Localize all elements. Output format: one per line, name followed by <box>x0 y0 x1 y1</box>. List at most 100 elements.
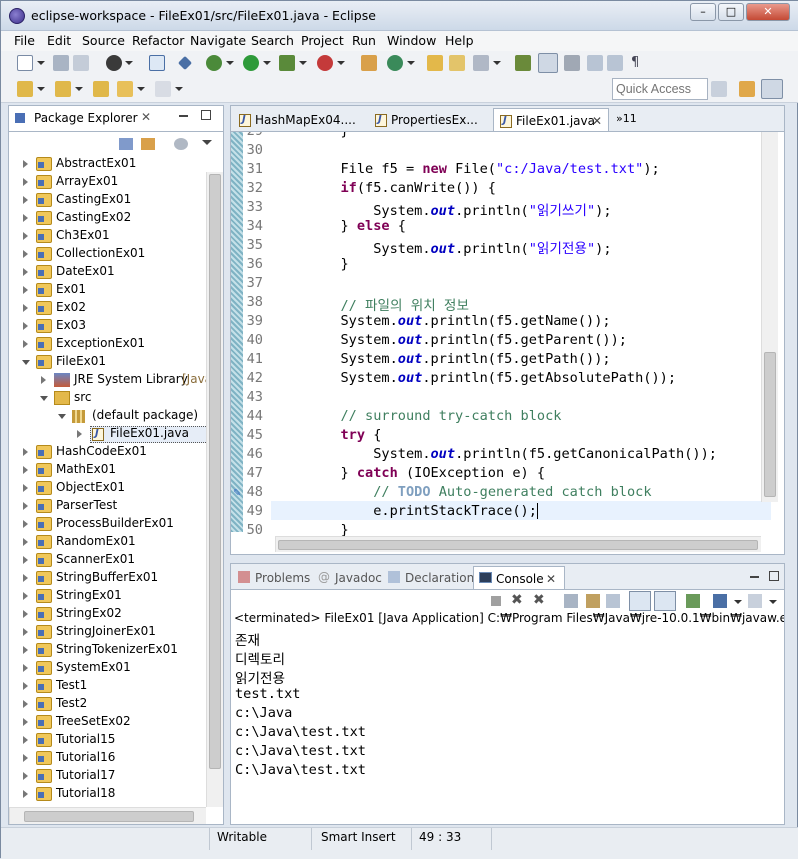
next-annotation-dropdown-icon[interactable] <box>37 87 45 91</box>
new-class-dropdown-icon[interactable] <box>407 61 415 65</box>
menu-project[interactable]: Project <box>301 33 344 48</box>
menu-navigate[interactable]: Navigate <box>190 33 246 48</box>
toggle-mark-occurrences-icon[interactable] <box>538 53 558 73</box>
focus-task-icon[interactable] <box>174 138 188 150</box>
next-annotation-icon[interactable] <box>17 81 33 97</box>
menu-run[interactable]: Run <box>352 33 376 48</box>
debug-dropdown-icon[interactable] <box>226 61 234 65</box>
show-on-stdout-icon[interactable] <box>629 591 651 611</box>
run-dropdown-icon[interactable] <box>263 61 271 65</box>
show-on-stderr-icon[interactable] <box>654 591 676 611</box>
tab-javadoc[interactable]: @ Javadoc <box>313 566 382 590</box>
tree-scroll-thumb[interactable] <box>209 174 221 769</box>
open-console-dropdown-icon[interactable] <box>769 600 777 604</box>
menu-window[interactable]: Window <box>387 33 436 48</box>
code-line: // surround try-catch block <box>340 408 562 424</box>
clear-console-icon[interactable] <box>564 594 578 608</box>
open-type-icon[interactable] <box>427 55 443 71</box>
menu-refactor[interactable]: Refactor <box>132 33 184 48</box>
package-explorer-title[interactable]: Package Explorer <box>34 111 138 125</box>
search-icon[interactable] <box>473 55 489 71</box>
scroll-lock-icon[interactable] <box>586 594 600 608</box>
word-wrap-icon[interactable] <box>587 55 603 71</box>
remove-launch-icon[interactable]: ✖ <box>511 592 523 608</box>
java-ee-perspective-icon[interactable] <box>739 81 755 97</box>
last-edit-location-icon[interactable] <box>93 81 109 97</box>
code-editor[interactable]: 29 30 31 32 33 34 35 36 37 38 39 40 41 4… <box>230 131 785 555</box>
coverage-dropdown-icon[interactable] <box>299 61 307 65</box>
annotation-icon[interactable] <box>515 55 531 71</box>
console-dropdown-icon[interactable] <box>734 600 742 604</box>
pilcrow-icon[interactable]: ¶ <box>631 55 647 71</box>
back-icon[interactable] <box>117 81 133 97</box>
menu-help[interactable]: Help <box>445 33 474 48</box>
close-tab-icon[interactable]: ✕ <box>546 572 556 586</box>
tree-hscroll-thumb[interactable] <box>24 811 194 822</box>
display-selected-console-icon[interactable] <box>713 594 727 608</box>
new-icon[interactable] <box>17 55 33 71</box>
minimize-view-icon[interactable] <box>179 115 188 117</box>
new-java-project-icon[interactable] <box>361 55 377 71</box>
title-bar: eclipse-workspace - FileEx01/src/FileEx0… <box>1 1 798 31</box>
profile-icon[interactable] <box>106 55 122 71</box>
open-task-icon[interactable] <box>449 55 465 71</box>
close-tab-icon[interactable]: ✕ <box>592 114 602 128</box>
menu-search[interactable]: Search <box>251 33 294 48</box>
tab-problems[interactable]: Problems <box>233 566 311 590</box>
save-icon[interactable] <box>53 55 69 71</box>
skip-breakpoints-icon[interactable] <box>177 55 193 71</box>
editor-vertical-scrollbar[interactable] <box>761 132 778 502</box>
link-with-editor-icon[interactable] <box>141 138 155 150</box>
tree-vertical-scrollbar[interactable] <box>206 172 223 807</box>
external-tools-dropdown-icon[interactable] <box>337 61 345 65</box>
collapse-all-icon[interactable] <box>119 138 133 150</box>
profile-dropdown-icon[interactable] <box>125 61 133 65</box>
forward-dropdown-icon[interactable] <box>175 87 183 91</box>
tab-hashmapex04[interactable]: HashMapEx04.... <box>233 108 363 132</box>
maximize-view-icon[interactable] <box>201 110 211 120</box>
tree-horizontal-scrollbar[interactable] <box>9 807 206 824</box>
console-view[interactable]: ✖ ✖ <terminated> FileEx01 [Java Applicat… <box>230 589 785 825</box>
tab-propertiesex[interactable]: PropertiesEx... <box>369 108 487 132</box>
minimize-view-icon[interactable] <box>750 576 759 578</box>
remove-all-terminated-icon[interactable]: ✖ <box>533 592 545 608</box>
save-all-icon[interactable] <box>73 55 89 71</box>
previous-annotation-dropdown-icon[interactable] <box>75 87 83 91</box>
close-button[interactable]: ✕ <box>746 3 790 21</box>
coverage-icon[interactable] <box>279 55 295 71</box>
quick-access-input[interactable] <box>612 78 708 100</box>
close-view-icon[interactable]: ✕ <box>141 110 151 124</box>
java-perspective-icon[interactable] <box>761 79 783 99</box>
show-whitespace-icon[interactable] <box>607 55 623 71</box>
word-wrap-console-icon[interactable] <box>606 594 620 608</box>
terminate-icon[interactable] <box>491 596 501 606</box>
editor-horizontal-scrollbar[interactable] <box>275 536 761 552</box>
maximize-view-icon[interactable] <box>769 571 779 581</box>
tab-fileex01[interactable]: FileEx01.java✕ <box>493 108 609 132</box>
menu-edit[interactable]: Edit <box>47 33 71 48</box>
editor-hscroll-thumb[interactable] <box>278 540 758 550</box>
external-tools-icon[interactable] <box>317 55 333 71</box>
back-dropdown-icon[interactable] <box>137 87 145 91</box>
tab-console[interactable]: Console ✕ <box>473 566 565 590</box>
open-console-icon[interactable] <box>748 594 762 608</box>
minimize-button[interactable]: – <box>690 3 716 21</box>
pin-console-icon[interactable] <box>686 594 700 608</box>
tab-declaration[interactable]: Declaration <box>383 566 474 590</box>
new-dropdown-icon[interactable] <box>37 61 45 65</box>
forward-icon[interactable] <box>155 81 171 97</box>
menu-source[interactable]: Source <box>82 33 125 48</box>
open-perspective-icon[interactable] <box>711 81 727 97</box>
search-dropdown-icon[interactable] <box>493 61 501 65</box>
previous-annotation-icon[interactable] <box>55 81 71 97</box>
console-view-icon[interactable] <box>149 55 165 71</box>
maximize-button[interactable]: □ <box>718 3 744 21</box>
tab-overflow-button[interactable]: »11 <box>616 112 637 125</box>
run-icon[interactable] <box>243 55 259 71</box>
debug-icon[interactable] <box>206 55 222 71</box>
menu-file[interactable]: File <box>14 33 35 48</box>
block-selection-icon[interactable] <box>564 55 580 71</box>
editor-scroll-thumb[interactable] <box>764 352 776 497</box>
view-menu-icon[interactable] <box>202 140 212 145</box>
new-class-icon[interactable] <box>387 55 403 71</box>
